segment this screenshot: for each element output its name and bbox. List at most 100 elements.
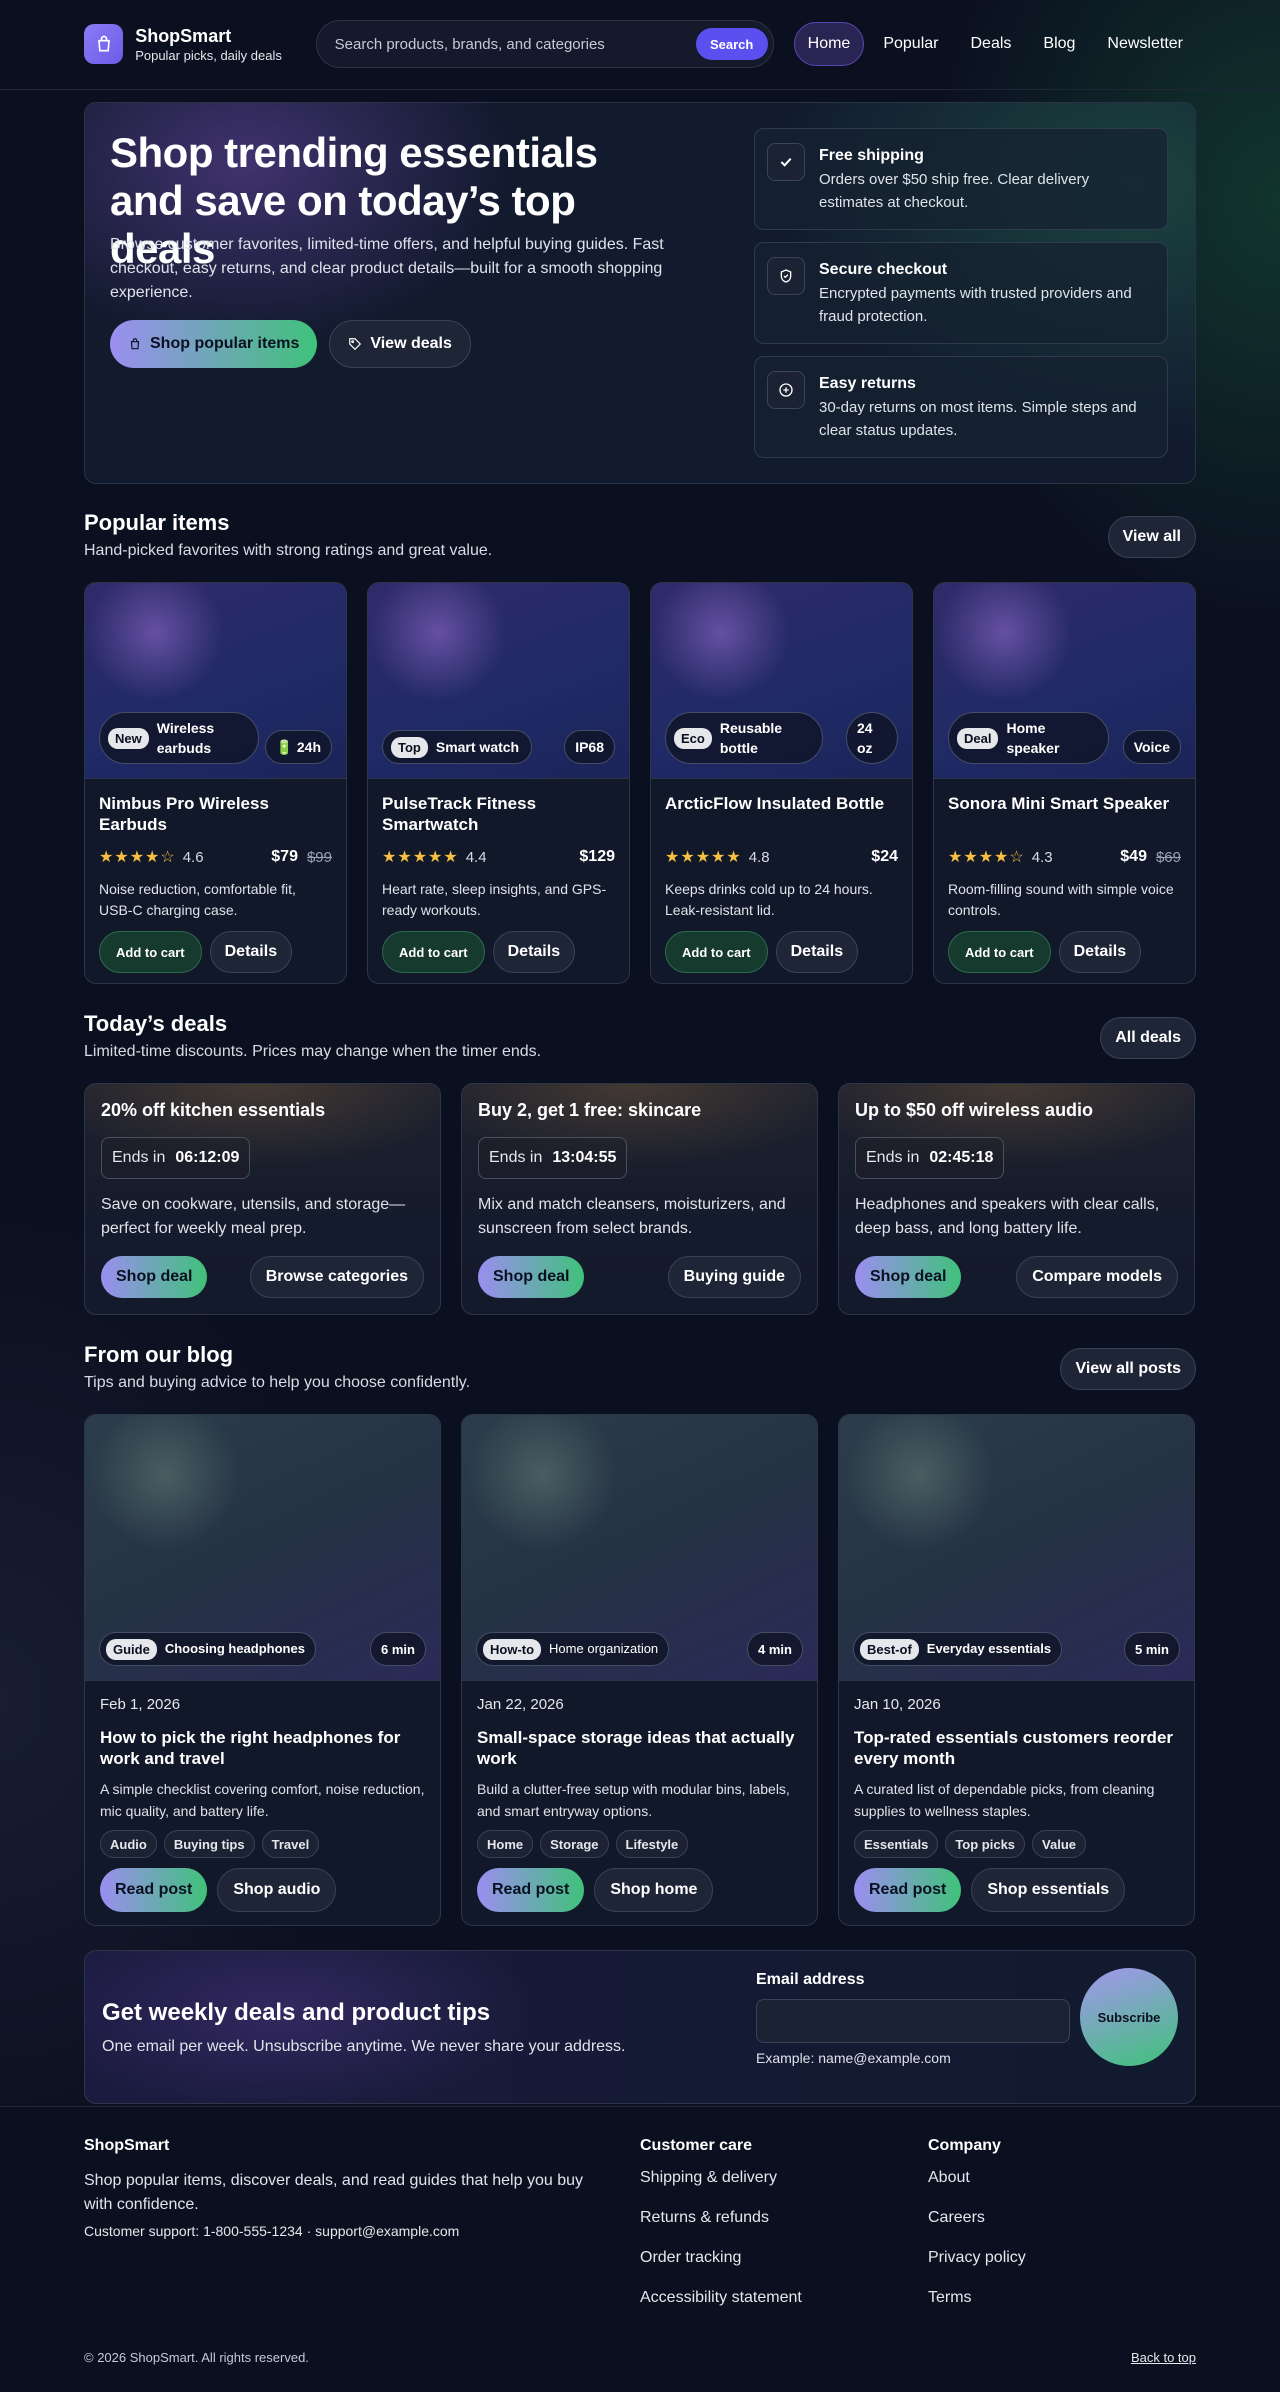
product-name[interactable]: PulseTrack Fitness Smartwatch (382, 793, 615, 835)
product-name[interactable]: Nimbus Pro Wireless Earbuds (99, 793, 332, 835)
read-post-button[interactable]: Read post (100, 1868, 208, 1912)
shopping-bag-icon[interactable] (84, 24, 124, 64)
old-price: $99 (306, 848, 332, 866)
shop-essentials-button[interactable]: Shop essentials (971, 1868, 1126, 1912)
shop-deal-button[interactable]: Shop deal (101, 1256, 208, 1298)
blog-topic: Lifestyle (615, 1830, 689, 1858)
blog-card[interactable]: Guide Choosing headphones 6 min Feb 1, 20… (84, 1414, 441, 1926)
feature-title: Easy returns (819, 375, 916, 392)
product-desc: Heart rate, sleep insights, and GPS-read… (382, 881, 607, 918)
product-tag: Top Smart watch (382, 730, 533, 764)
shop-home-button[interactable]: Shop home (594, 1868, 714, 1912)
product-chip: 24 oz (846, 712, 898, 764)
nav-blog[interactable]: Blog (1030, 23, 1088, 65)
footer-about: ShopSmart Shop popular items, discover d… (84, 2137, 604, 2239)
blog-topic: Storage (540, 1830, 609, 1858)
brand[interactable]: ShopSmart Popular picks, daily deals (135, 26, 305, 63)
footer-text: Shop popular items, discover deals, and … (84, 2172, 583, 2213)
details-button[interactable]: Details (1058, 931, 1142, 973)
read-time: 4 min (747, 1632, 803, 1666)
support-phone-link[interactable]: 1-800-555-1234 (203, 2223, 303, 2239)
product-chip: Voice (1122, 730, 1181, 764)
product-card[interactable]: New Wireless earbuds 🔋 24h Nimbus Pro Wir… (84, 582, 347, 984)
deal-text: Mix and match cleansers, moisturizers, a… (478, 1196, 786, 1237)
read-post-button[interactable]: Read post (854, 1868, 962, 1912)
deal-title: Up to $50 off wireless audio (855, 1100, 1094, 1120)
deal-text: Headphones and speakers with clear calls… (855, 1196, 1160, 1237)
footer-link-tracking[interactable]: Order tracking (640, 2249, 802, 2267)
add-to-cart-button[interactable]: Add to cart (665, 931, 768, 973)
footer-link-accessibility[interactable]: Accessibility statement (640, 2289, 802, 2307)
return-icon (767, 371, 805, 409)
support-email-link[interactable]: support@example.com (315, 2223, 459, 2239)
email-example: Example: name@example.com (756, 2050, 951, 2066)
newsletter: Get weekly deals and product tips One em… (84, 1950, 1196, 2104)
footer-link-about[interactable]: About (928, 2169, 1026, 2187)
details-button[interactable]: Details (492, 931, 576, 973)
product-tag: Eco Reusable bottle (665, 712, 823, 764)
nav-newsletter[interactable]: Newsletter (1094, 23, 1196, 65)
compare-models-button[interactable]: Compare models (1016, 1256, 1178, 1298)
footer-link-shipping[interactable]: Shipping & delivery (640, 2169, 802, 2187)
shop-audio-button[interactable]: Shop audio (217, 1868, 337, 1912)
newsletter-subtitle: One email per week. Unsubscribe anytime.… (102, 2038, 626, 2055)
rating-stars: ★★★★★ (665, 849, 742, 866)
view-all-button[interactable]: View all (1107, 516, 1196, 558)
footer-link-terms[interactable]: Terms (928, 2289, 1026, 2307)
blog-post-title[interactable]: Top-rated essentials customers reorder e… (854, 1727, 1179, 1769)
product-name[interactable]: ArcticFlow Insulated Bottle (665, 793, 898, 835)
email-field[interactable] (756, 1999, 1070, 2043)
view-all-posts-button[interactable]: View all posts (1060, 1348, 1196, 1390)
nav-deals[interactable]: Deals (957, 23, 1024, 65)
footer-link-careers[interactable]: Careers (928, 2209, 1026, 2227)
product-tag: New Wireless earbuds (99, 712, 259, 764)
footer-link-privacy[interactable]: Privacy policy (928, 2249, 1026, 2267)
back-to-top-link[interactable]: Back to top (1131, 2350, 1196, 2365)
blog-post-title[interactable]: How to pick the right headphones for wor… (100, 1727, 425, 1769)
brand-tagline: Popular picks, daily deals (135, 47, 282, 63)
deal-text: Save on cookware, utensils, and storage—… (101, 1196, 406, 1237)
tag-icon (349, 338, 362, 351)
details-button[interactable]: Details (775, 931, 859, 973)
product-card[interactable]: Deal Home speaker Voice Sonora Mini Smart… (933, 582, 1196, 984)
subscribe-button[interactable]: Subscribe (1080, 1968, 1178, 2066)
product-grid: New Wireless earbuds 🔋 24h Nimbus Pro Wir… (84, 582, 1196, 984)
nav-home[interactable]: Home (793, 22, 865, 66)
view-deals-button[interactable]: View deals (329, 320, 471, 368)
buying-guide-button[interactable]: Buying guide (667, 1256, 801, 1298)
feature-title: Secure checkout (819, 261, 948, 278)
product-card[interactable]: Top Smart watch IP68 PulseTrack Fitness S… (367, 582, 630, 984)
search-button[interactable]: Search (695, 28, 768, 60)
shop-popular-button[interactable]: Shop popular items (110, 320, 318, 368)
popular-subtitle: Hand-picked favorites with strong rating… (84, 542, 493, 559)
deals-grid: 20% off kitchen essentials Ends in 06:12:… (84, 1083, 1196, 1315)
hero-text: Browse customer favorites, limited-time … (110, 236, 664, 301)
shop-deal-button[interactable]: Shop deal (478, 1256, 585, 1298)
footer-link-returns[interactable]: Returns & refunds (640, 2209, 802, 2227)
nav-popular[interactable]: Popular (870, 23, 951, 65)
blog-date: Jan 10, 2026 (854, 1696, 941, 1713)
add-to-cart-button[interactable]: Add to cart (948, 931, 1051, 973)
blog-card[interactable]: Best-of Everyday essentials 5 min Jan 10,… (838, 1414, 1195, 1926)
blog-post-title[interactable]: Small-space storage ideas that actually … (477, 1727, 802, 1769)
footer-brand: ShopSmart (84, 2137, 170, 2154)
blog-card[interactable]: How-to Home organization 4 min Jan 22, 20… (461, 1414, 818, 1926)
hero: Shop trending essentials and save on tod… (84, 102, 1196, 484)
browse-categories-button[interactable]: Browse categories (249, 1256, 424, 1298)
add-to-cart-button[interactable]: Add to cart (382, 931, 485, 973)
product-desc: Room-filling sound with simple voice con… (948, 881, 1174, 918)
search-input[interactable] (334, 35, 696, 53)
read-post-button[interactable]: Read post (477, 1868, 585, 1912)
product-card[interactable]: Eco Reusable bottle 24 oz ArcticFlow Insu… (650, 582, 913, 984)
all-deals-button[interactable]: All deals (1100, 1017, 1196, 1059)
shop-deal-button[interactable]: Shop deal (855, 1256, 962, 1298)
product-name[interactable]: Sonora Mini Smart Speaker (948, 793, 1181, 835)
feature-title: Free shipping (819, 147, 924, 164)
details-button[interactable]: Details (209, 931, 293, 973)
read-time: 5 min (1124, 1632, 1180, 1666)
view-deals-label: View deals (370, 335, 452, 352)
feature-list: Free shipping Orders over $50 ship free. … (754, 128, 1168, 458)
popular-header: Popular items Hand-picked favorites with… (84, 510, 1196, 568)
blog-topic: Home (477, 1830, 534, 1858)
add-to-cart-button[interactable]: Add to cart (99, 931, 202, 973)
